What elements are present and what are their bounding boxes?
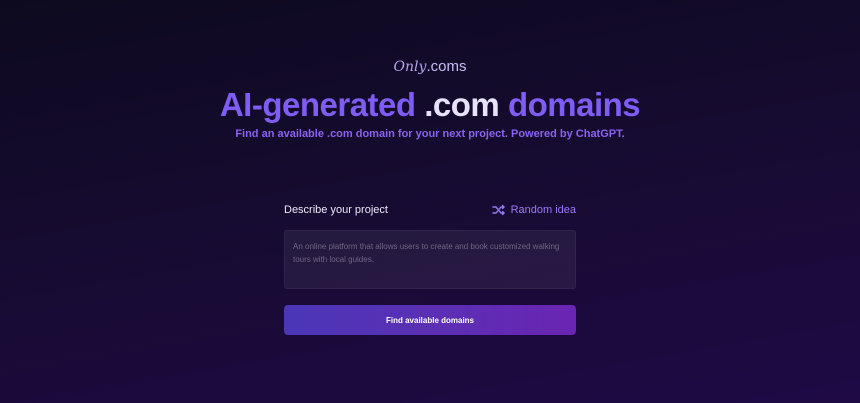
project-form: Describe your project Random idea Find a… [284, 202, 576, 335]
logo-only: Only [393, 59, 427, 75]
find-domains-button[interactable]: Find available domains [284, 305, 576, 335]
logo: Only.coms [0, 58, 860, 75]
title-part-ai-generated: AI-generated [219, 86, 416, 123]
shuffle-icon [491, 204, 505, 216]
random-idea-label: Random idea [510, 204, 576, 216]
title-part-domains: domains [507, 86, 641, 123]
page-title: AI-generated .com domains [0, 86, 860, 124]
random-idea-button[interactable]: Random idea [491, 204, 576, 216]
form-header: Describe your project Random idea [284, 202, 576, 218]
project-description-label: Describe your project [284, 204, 388, 216]
logo-coms: .coms [426, 58, 467, 75]
project-description-input[interactable] [284, 230, 576, 289]
tagline: Find an available .com domain for your n… [235, 128, 625, 140]
title-part-com: .com [424, 86, 500, 123]
